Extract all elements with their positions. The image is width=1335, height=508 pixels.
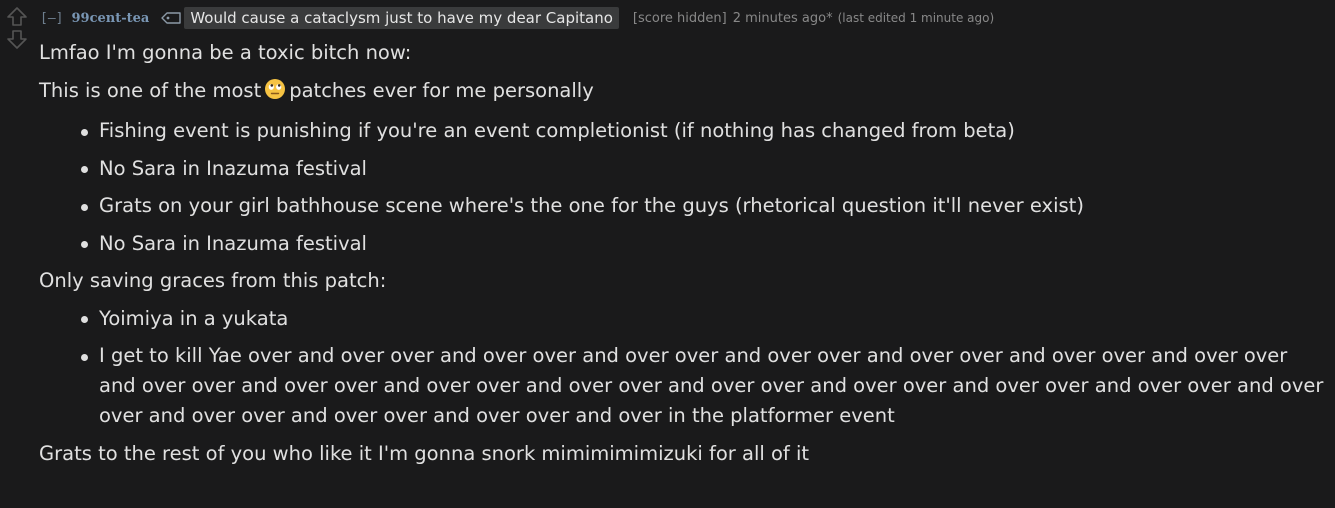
list-item: No Sara in Inazuma festival: [81, 229, 1329, 259]
user-flair: Would cause a cataclysm just to have my …: [184, 7, 619, 29]
bullet-list: Fishing event is punishing if you're an …: [39, 116, 1329, 259]
comment: [–] 99cent-tea Would cause a cataclysm j…: [0, 0, 1335, 508]
tag-icon: [161, 12, 182, 24]
upvote-arrow-icon[interactable]: [6, 6, 28, 28]
downvote-arrow-icon[interactable]: [6, 28, 28, 50]
collapse-toggle[interactable]: [–]: [40, 11, 63, 26]
text-span: This is one of the most: [39, 78, 262, 102]
paragraph: This is one of the most patches ever for…: [39, 76, 1329, 109]
author-link[interactable]: 99cent-tea: [71, 11, 149, 26]
paragraph: Lmfao I'm gonna be a toxic bitch now:: [39, 41, 412, 64]
list-item: Grats on your girl bathhouse scene where…: [81, 191, 1329, 221]
timestamp[interactable]: 2 minutes ago*: [733, 11, 833, 26]
text-span: patches ever for me personally: [289, 78, 594, 102]
list-item: No Sara in Inazuma festival: [81, 154, 1329, 184]
comment-body: Lmfao I'm gonna be a toxic bitch now: Th…: [39, 38, 1329, 476]
list-item: I get to kill Yae over and over over and…: [81, 341, 1329, 431]
score-hidden: [score hidden]: [632, 10, 727, 26]
list-item: Yoimiya in a yukata: [81, 304, 1329, 334]
edited-note: (last edited 1 minute ago): [837, 11, 995, 25]
vote-column: [6, 6, 28, 50]
list-item: Fishing event is punishing if you're an …: [81, 116, 1329, 146]
paragraph: Only saving graces from this patch:: [39, 269, 387, 292]
paragraph: Grats to the rest of you who like it I'm…: [39, 441, 810, 465]
face-with-rolling-eyes-emoji: [264, 78, 286, 109]
comment-tagline: [–] 99cent-tea Would cause a cataclysm j…: [40, 6, 994, 30]
bullet-list: Yoimiya in a yukata I get to kill Yae ov…: [39, 304, 1329, 432]
